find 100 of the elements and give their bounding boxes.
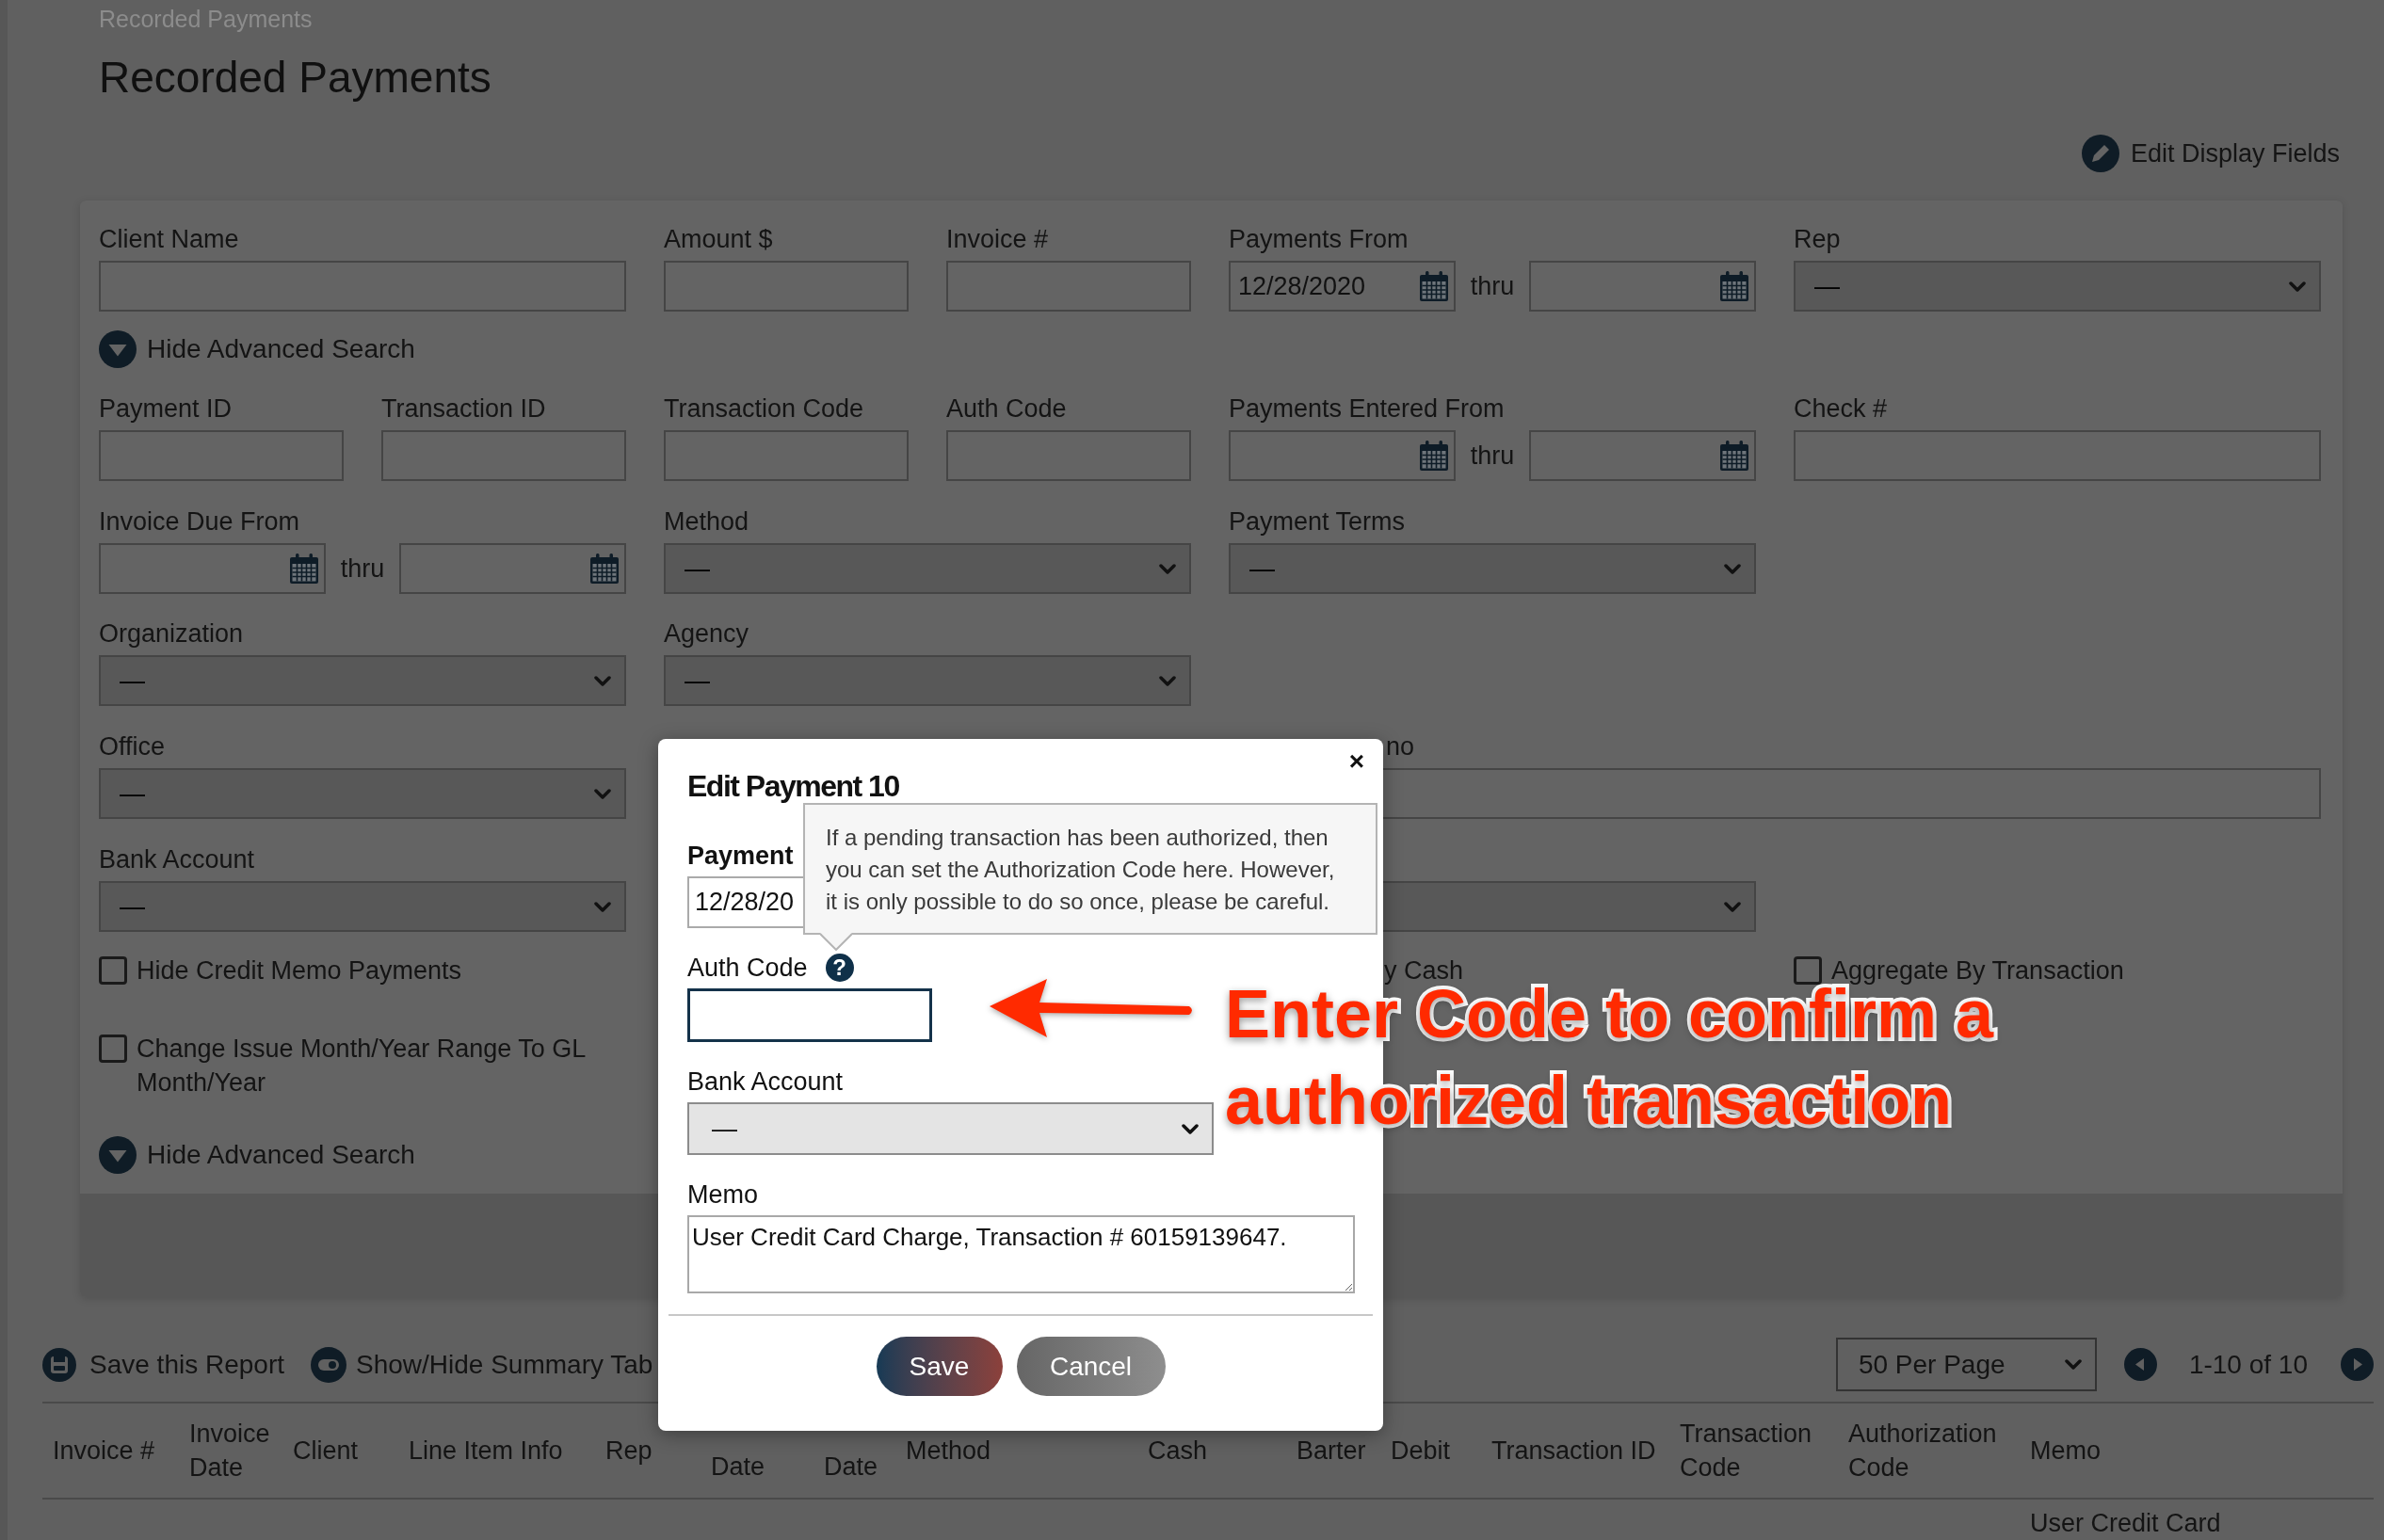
range-separator: thru: [1470, 271, 1515, 302]
column-header: Transaction ID: [1490, 1436, 1657, 1467]
column-header: Rep: [604, 1436, 653, 1467]
help-icon[interactable]: ?: [825, 954, 854, 982]
summary-toggle-link[interactable]: Show/Hide Summary Tab: [311, 1344, 653, 1385]
field-label: no: [1386, 731, 1415, 762]
text-field[interactable]: [664, 261, 909, 312]
field-label: Payment: [687, 841, 794, 872]
field-label: Check #: [1794, 393, 1888, 425]
advanced-search-toggle[interactable]: Hide Advanced Search: [99, 330, 415, 368]
date-field[interactable]: [1529, 261, 1756, 312]
column-header: Invoice #: [52, 1436, 156, 1467]
field-label: Rep: [1794, 224, 1841, 255]
advanced-search-toggle[interactable]: Hide Advanced Search: [99, 1136, 415, 1174]
field-label: Bank Account: [99, 844, 255, 875]
field-label: Payments Entered From: [1229, 393, 1505, 425]
select-field[interactable]: —: [99, 768, 626, 819]
tooltip-pointer-icon: [820, 933, 852, 951]
save-report-link[interactable]: Save this Report: [42, 1344, 284, 1385]
save-button[interactable]: Save: [876, 1337, 1003, 1396]
column-header: Barter: [1296, 1436, 1367, 1467]
chevron-down-icon: [1159, 675, 1176, 686]
date-field[interactable]: [399, 543, 626, 594]
select-field[interactable]: —: [99, 655, 626, 706]
column-header: Date: [823, 1452, 879, 1483]
text-field[interactable]: [946, 261, 1191, 312]
select-field[interactable]: —: [687, 1102, 1214, 1155]
field-label: Transaction Code: [664, 393, 864, 425]
date-field[interactable]: [1229, 430, 1456, 481]
chevron-down-icon: [1724, 901, 1741, 912]
text-field[interactable]: [687, 988, 932, 1042]
text-field[interactable]: [381, 430, 626, 481]
text-field[interactable]: [664, 430, 909, 481]
range-separator: thru: [1470, 441, 1515, 472]
field-label: Agency: [664, 618, 749, 650]
select-field[interactable]: —: [664, 543, 1191, 594]
column-header: Authorization Code: [1847, 1419, 1998, 1484]
next-page-icon[interactable]: [2341, 1348, 2374, 1381]
text-field[interactable]: [99, 261, 626, 312]
select-field[interactable]: —: [1229, 543, 1756, 594]
field-label: Client Name: [99, 224, 239, 255]
previous-page-icon[interactable]: [2123, 1348, 2157, 1381]
field-label: Office: [99, 731, 166, 762]
chevron-down-icon: [594, 675, 611, 686]
text-field[interactable]: [946, 430, 1191, 481]
column-header: Line Item Info: [408, 1436, 564, 1467]
date-field[interactable]: 12/28/2020: [1229, 261, 1456, 312]
close-button[interactable]: ×: [1348, 745, 1364, 778]
chevron-down-icon: [1182, 1123, 1199, 1134]
checkbox[interactable]: [99, 1035, 127, 1063]
page-size-select[interactable]: 50 Per Page: [1835, 1338, 2097, 1391]
memo-field[interactable]: User Credit Card Charge, Transaction # 60159139647.: [687, 1215, 1355, 1293]
calendar-icon: [1419, 441, 1448, 471]
column-header: Date: [710, 1452, 766, 1483]
cancel-button[interactable]: Cancel: [1016, 1337, 1166, 1396]
chevron-down-icon: [594, 901, 611, 912]
text-field[interactable]: [1794, 430, 2321, 481]
toggle-icon: [311, 1346, 346, 1383]
field-label: Payment ID: [99, 393, 233, 425]
date-field[interactable]: [99, 543, 326, 594]
select-field[interactable]: —: [1794, 261, 2321, 312]
column-header: Cash: [1147, 1436, 1209, 1467]
calendar-icon: [590, 553, 619, 584]
field-label: Transaction ID: [381, 393, 546, 425]
column-header: Method: [905, 1436, 992, 1467]
field-label: Invoice Due From: [99, 506, 300, 537]
field-label: Auth Code: [687, 953, 808, 984]
edit-fields-link[interactable]: Edit Display Fields: [2081, 135, 2340, 172]
select-field[interactable]: —: [99, 881, 626, 932]
field-label: Payments From: [1229, 224, 1409, 255]
field-label: Invoice #: [946, 224, 1049, 255]
checkbox[interactable]: [99, 956, 127, 985]
field-label: Amount $: [664, 224, 773, 255]
column-header: Client: [292, 1436, 360, 1467]
date-field[interactable]: [1529, 430, 1756, 481]
page-range: 1-10 of 10: [2188, 1348, 2308, 1381]
tooltip: If a pending transaction has been authorized, then you can set the Authorization Code here. However, it is only possible to do so once, please be careful.: [803, 803, 1377, 935]
checkbox-label: Hide Credit Memo Payments: [137, 957, 462, 984]
field-label: Bank Account: [687, 1067, 844, 1098]
field-label: Organization: [99, 618, 244, 650]
dialog-title: Edit Payment 10: [687, 768, 899, 805]
calendar-icon: [1720, 271, 1748, 301]
chevron-down-icon: [1159, 563, 1176, 574]
chevron-down-icon: [594, 788, 611, 799]
chevron-down-icon: [2064, 1359, 2082, 1370]
save-icon: [42, 1347, 76, 1382]
text-field[interactable]: [99, 430, 344, 481]
checkbox-label: y Cash: [1384, 957, 1464, 984]
column-header: Transaction Code: [1679, 1419, 1813, 1484]
column-header: Debit: [1390, 1436, 1452, 1467]
range-separator: thru: [340, 553, 385, 585]
checkbox[interactable]: [1794, 956, 1822, 985]
calendar-icon: [1419, 271, 1448, 301]
table-cell-text: User Credit Card: [2029, 1508, 2222, 1539]
field-label: Memo: [687, 1179, 758, 1211]
field-label: Method: [664, 506, 749, 537]
page-title: Recorded Payments: [99, 52, 491, 104]
column-header: Invoice Date: [188, 1419, 271, 1484]
select-field[interactable]: —: [664, 655, 1191, 706]
checkbox-label: Aggregate By Transaction: [1831, 957, 2124, 984]
